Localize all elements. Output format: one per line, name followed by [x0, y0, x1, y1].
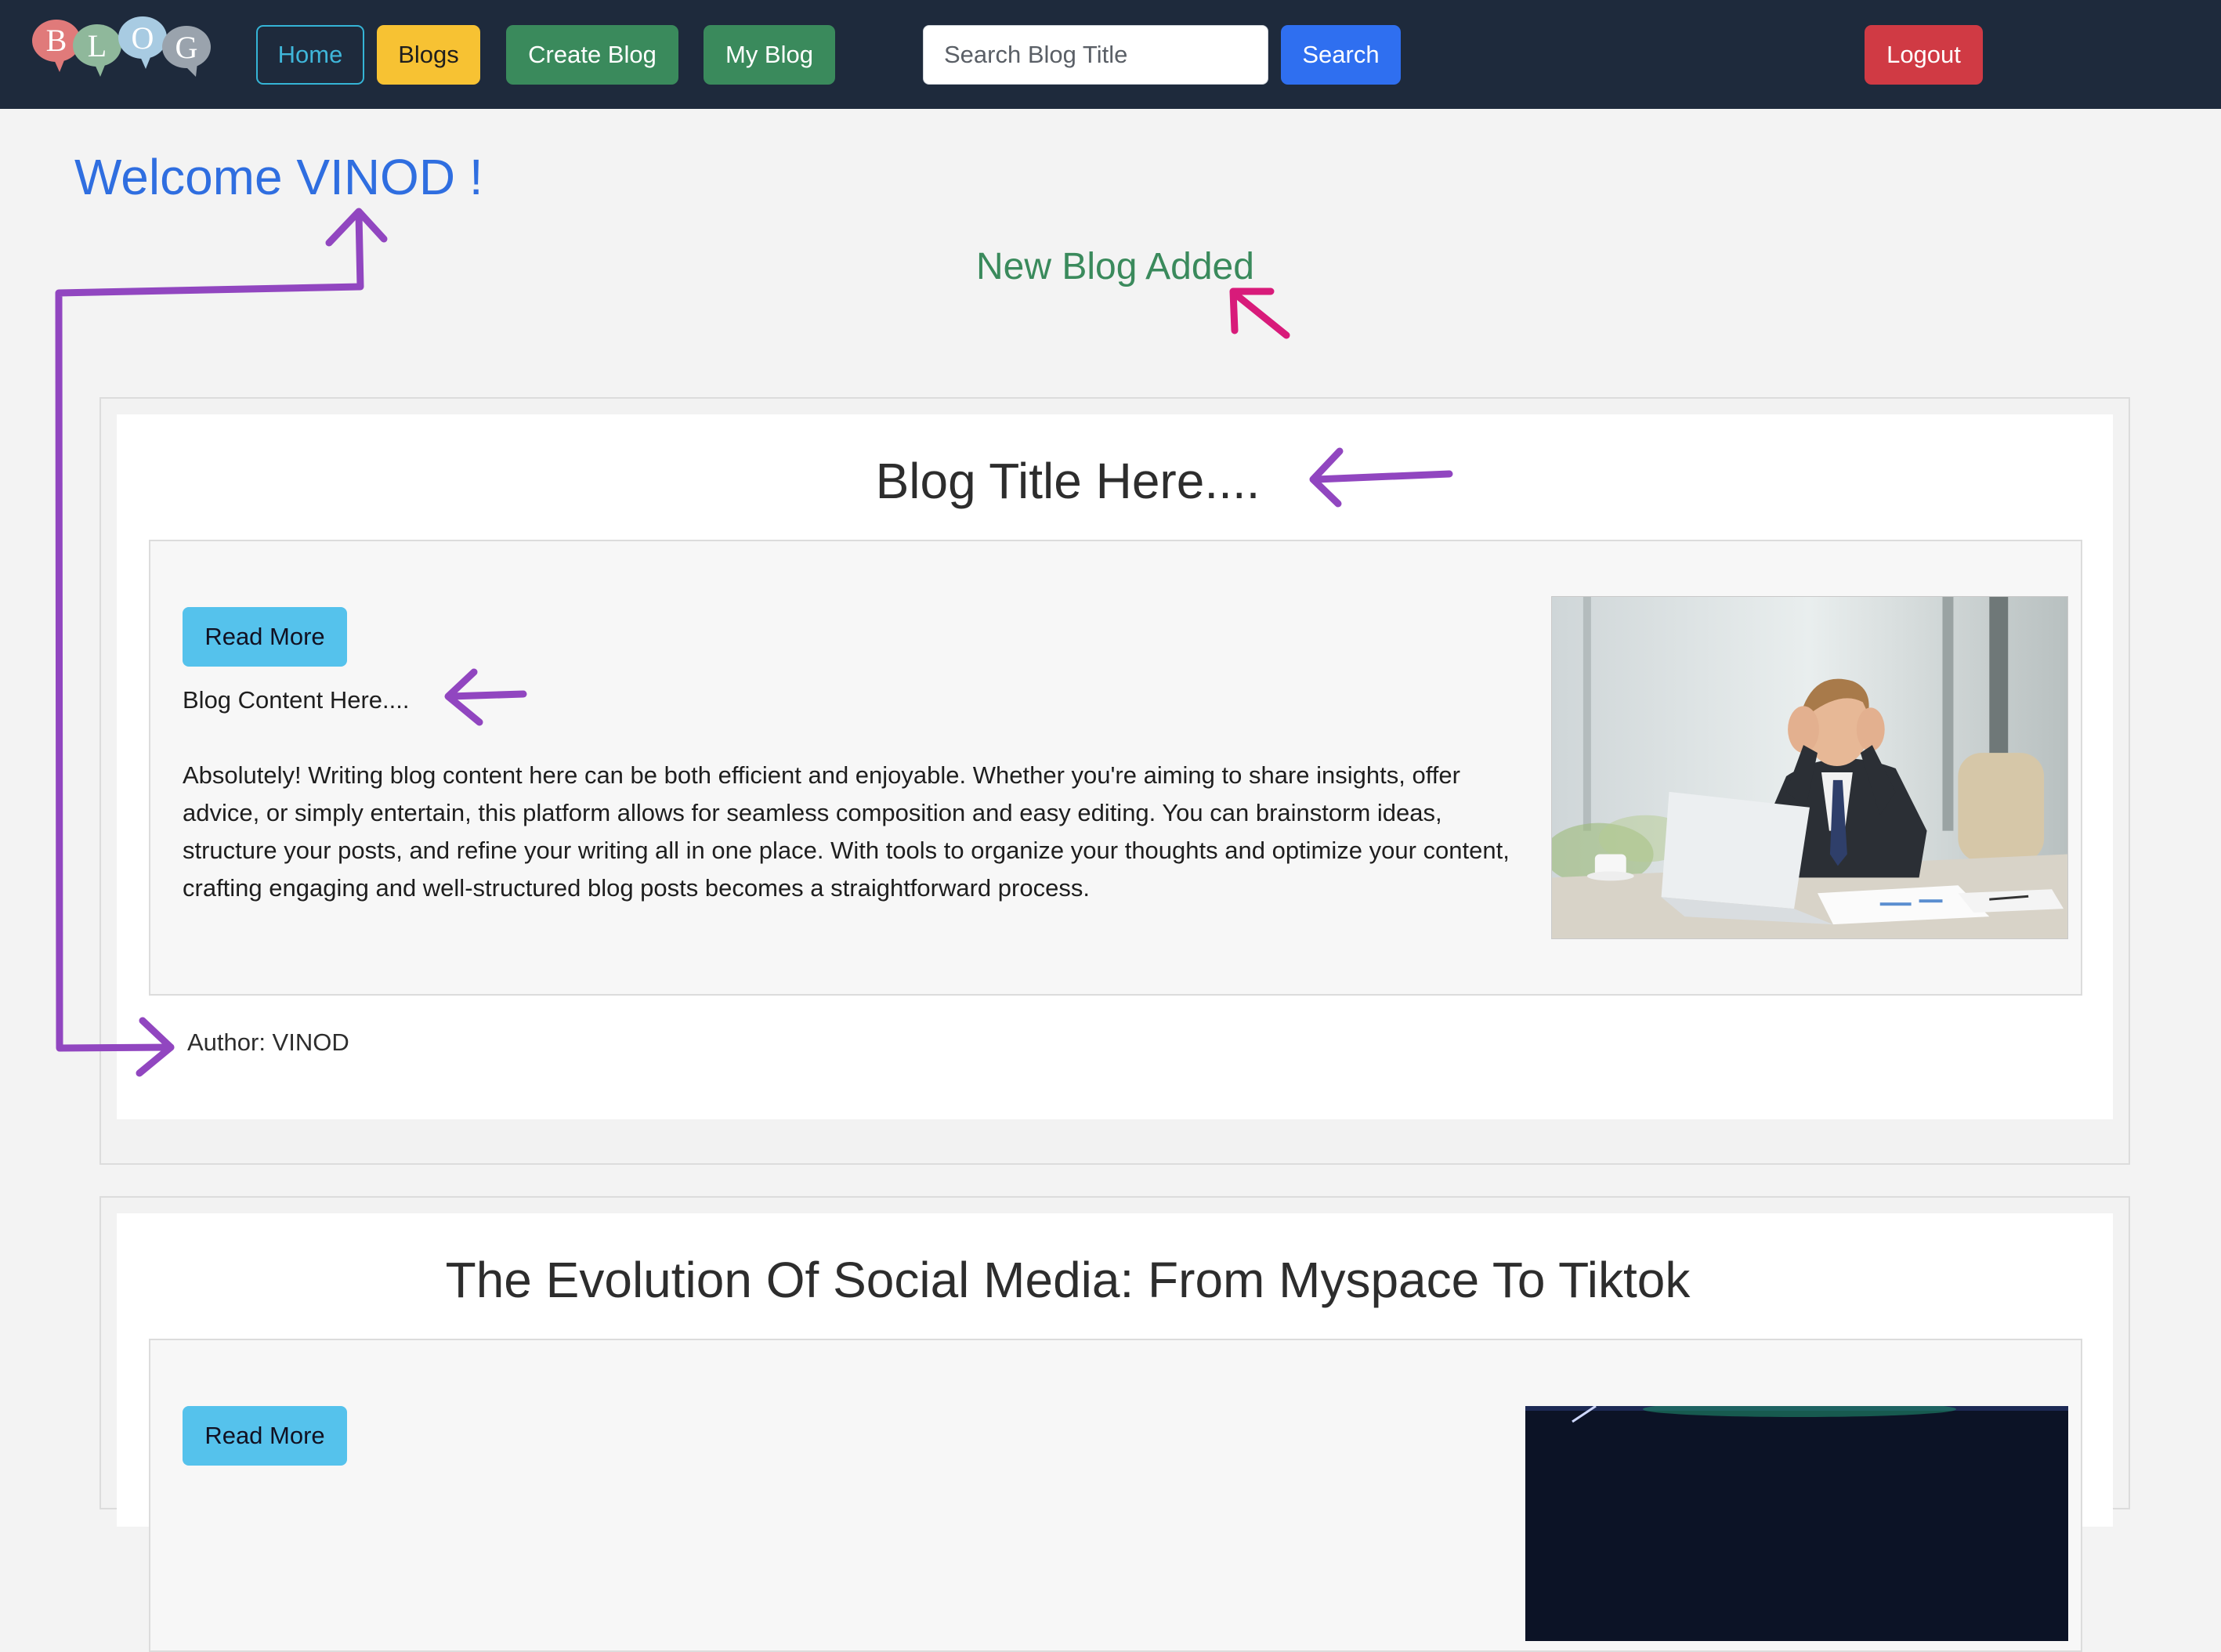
annotation-notice-arrowhead [1229, 287, 1275, 334]
logo-letter-o: O [132, 20, 154, 56]
blog-content-box: Read More [149, 1339, 2082, 1652]
blogs-button[interactable]: Blogs [377, 25, 480, 85]
blog-image [1551, 596, 2068, 939]
new-blog-notice: New Blog Added [976, 246, 1254, 287]
search-button[interactable]: Search [1281, 25, 1401, 85]
my-blog-button[interactable]: My Blog [704, 25, 835, 85]
annotation-arrowhead-up [325, 208, 388, 247]
logo-letter-g: G [175, 30, 198, 65]
navbar: B L O G Home Blogs Create Blog My Blog S… [0, 0, 2221, 109]
read-more-button[interactable]: Read More [183, 607, 347, 667]
logout-button[interactable]: Logout [1865, 25, 1983, 85]
blog-content-text: Absolutely! Writing blog content here ca… [183, 761, 1510, 902]
search-input[interactable] [923, 25, 1268, 85]
social-media-photo [1525, 1406, 2068, 1641]
blog-card: The Evolution Of Social Media: From Mysp… [99, 1196, 2130, 1652]
logo-bubbles-icon: B L O G [32, 16, 211, 77]
blog-card-body: The Evolution Of Social Media: From Mysp… [117, 1213, 2113, 1652]
blog-logo[interactable]: B L O G [30, 11, 226, 81]
blog-title: The Evolution Of Social Media: From Mysp… [445, 1252, 1691, 1308]
blog-content-heading: Blog Content Here.... [183, 686, 410, 714]
blog-card-body: Blog Title Here.... Read More Blog Conte… [117, 414, 2113, 1119]
blog-card: Blog Title Here.... Read More Blog Conte… [99, 397, 2130, 1165]
create-blog-button[interactable]: Create Blog [506, 25, 678, 85]
welcome-heading: Welcome VINOD ! [74, 149, 483, 205]
blog-content-box: Read More Blog Content Here.... Absolute… [149, 540, 2082, 996]
logo-letter-b: B [46, 23, 67, 58]
home-button[interactable]: Home [256, 25, 364, 85]
read-more-button[interactable]: Read More [183, 1406, 347, 1466]
stressed-businessman-photo [1552, 597, 2067, 938]
blog-title: Blog Title Here.... [875, 453, 1261, 509]
annotation-notice-arrow [1234, 292, 1290, 339]
logo-letter-l: L [88, 28, 107, 63]
blog-author: Author: VINOD [187, 1028, 349, 1056]
blog-image [1525, 1406, 2068, 1641]
